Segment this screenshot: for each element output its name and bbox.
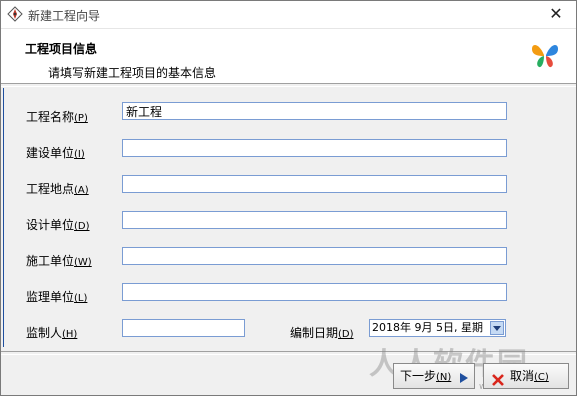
compiler-label-text: 监制人 [26, 326, 63, 340]
next-button-accel: (N) [436, 372, 452, 383]
footer-divider [1, 351, 576, 355]
header-divider [1, 83, 576, 87]
project-location-label: 工程地点(A) [26, 180, 89, 197]
cancel-button-label: 取消 [510, 369, 535, 383]
design-unit-label-text: 设计单位 [26, 218, 75, 232]
compile-date-accel: (D) [338, 329, 354, 340]
project-location-label-text: 工程地点 [26, 182, 75, 196]
construction-unit-input[interactable] [122, 139, 507, 157]
compile-date-picker[interactable]: 2018年 9月 5日, 星期 [369, 319, 506, 337]
project-name-label-text: 工程名称 [26, 110, 75, 124]
butterfly-logo-icon [529, 39, 561, 71]
cancel-button-accel: (C) [534, 372, 549, 383]
close-button[interactable]: ✕ [546, 4, 566, 24]
supervision-unit-accel: (L) [74, 293, 88, 304]
project-name-accel: (P) [74, 113, 88, 124]
next-button[interactable]: 下一步(N) [393, 363, 475, 389]
compiler-accel: (H) [62, 329, 78, 340]
page-subtitle: 请填写新建工程项目的基本信息 [48, 66, 217, 80]
builder-unit-label: 施工单位(W) [26, 252, 92, 269]
supervision-unit-label-text: 监理单位 [26, 290, 75, 304]
title-bar: 新建工程向导 ✕ [1, 1, 576, 29]
chevron-down-icon[interactable] [490, 321, 504, 335]
next-button-label: 下一步 [400, 369, 437, 383]
cancel-button[interactable]: 取消(C) [483, 363, 569, 389]
compile-date-label-text: 编制日期 [290, 326, 339, 340]
construction-unit-label-text: 建设单位 [26, 146, 75, 160]
builder-unit-accel: (W) [74, 257, 92, 268]
page-title: 工程项目信息 [25, 42, 98, 56]
project-name-label: 工程名称(P) [26, 108, 88, 125]
builder-unit-input[interactable] [122, 247, 507, 265]
next-arrow-icon [457, 369, 471, 383]
construction-unit-accel: (I) [74, 149, 85, 160]
design-unit-accel: (D) [74, 221, 90, 232]
builder-unit-label-text: 施工单位 [26, 254, 75, 268]
project-location-input[interactable] [122, 175, 507, 193]
compile-date-value: 2018年 9月 5日, 星期 [372, 321, 483, 334]
compiler-label: 监制人(H) [26, 324, 77, 341]
close-x-icon [492, 370, 504, 386]
construction-unit-label: 建设单位(I) [26, 144, 85, 161]
compiler-input[interactable] [122, 319, 245, 337]
design-unit-input[interactable] [122, 211, 507, 229]
supervision-unit-label: 监理单位(L) [26, 288, 87, 305]
supervision-unit-input[interactable] [122, 283, 507, 301]
wizard-header: 工程项目信息 请填写新建工程项目的基本信息 [1, 29, 576, 83]
project-name-input[interactable] [122, 102, 507, 120]
window-title: 新建工程向导 [28, 9, 101, 23]
wizard-window: 新建工程向导 ✕ 工程项目信息 请填写新建工程项目的基本信息 工程名称(P) 建… [0, 0, 577, 396]
design-unit-label: 设计单位(D) [26, 216, 90, 233]
compass-icon [7, 6, 23, 22]
compile-date-label: 编制日期(D) [290, 324, 354, 341]
project-location-accel: (A) [74, 185, 89, 196]
